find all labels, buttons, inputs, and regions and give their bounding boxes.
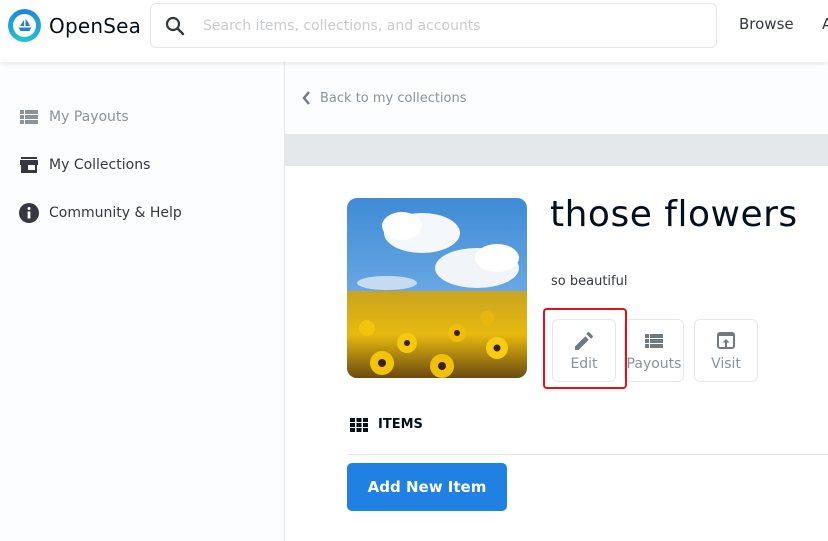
search-icon bbox=[165, 16, 185, 35]
search-bar[interactable] bbox=[150, 3, 717, 48]
logo[interactable]: OpenSea bbox=[8, 9, 141, 42]
collection-actions: Edit Payouts Visit bbox=[552, 319, 768, 382]
collection-banner bbox=[285, 134, 828, 166]
brand-name: OpenSea bbox=[49, 13, 142, 38]
sidebar-item-my-collections[interactable]: My Collections bbox=[19, 155, 150, 175]
top-bar: OpenSea Browse A bbox=[0, 0, 828, 62]
info-icon bbox=[19, 203, 39, 223]
payouts-label: Payouts bbox=[626, 355, 682, 372]
chevron-left-icon bbox=[302, 91, 310, 105]
sidebar-item-my-payouts[interactable]: My Payouts bbox=[19, 107, 129, 127]
items-label: ITEMS bbox=[378, 417, 423, 432]
pencil-icon bbox=[575, 330, 593, 352]
nav-activity[interactable]: A bbox=[822, 15, 828, 33]
edit-label: Edit bbox=[570, 355, 598, 372]
sidebar-item-label: My Payouts bbox=[49, 109, 129, 125]
payouts-button[interactable]: Payouts bbox=[624, 319, 684, 382]
items-section-header: ITEMS bbox=[350, 417, 423, 432]
sidebar-item-label: My Collections bbox=[49, 157, 151, 173]
storefront-icon bbox=[19, 155, 39, 175]
edit-button[interactable]: Edit bbox=[552, 319, 616, 382]
back-label: Back to my collections bbox=[320, 90, 467, 106]
list-icon bbox=[19, 107, 39, 127]
main-content: Back to my collections those flowers so … bbox=[285, 62, 828, 541]
sidebar-item-label: Community & Help bbox=[49, 205, 182, 221]
divider bbox=[347, 454, 828, 455]
collection-image bbox=[347, 198, 527, 378]
list-icon bbox=[645, 330, 663, 352]
collection-description: so beautiful bbox=[551, 274, 628, 289]
visit-label: Visit bbox=[711, 355, 741, 372]
back-to-collections-link[interactable]: Back to my collections bbox=[285, 62, 828, 134]
add-new-item-button[interactable]: Add New Item bbox=[347, 463, 507, 511]
sidebar-item-community-help[interactable]: Community & Help bbox=[19, 203, 182, 223]
opensea-logo-icon bbox=[8, 9, 41, 42]
sidebar: My Payouts My Collections Community & He… bbox=[0, 62, 285, 541]
visit-button[interactable]: Visit bbox=[694, 319, 758, 382]
search-input[interactable] bbox=[203, 17, 683, 34]
open-external-icon bbox=[717, 330, 735, 352]
grid-icon bbox=[350, 417, 368, 432]
collection-title: those flowers bbox=[550, 194, 798, 235]
nav-browse[interactable]: Browse bbox=[739, 15, 794, 33]
